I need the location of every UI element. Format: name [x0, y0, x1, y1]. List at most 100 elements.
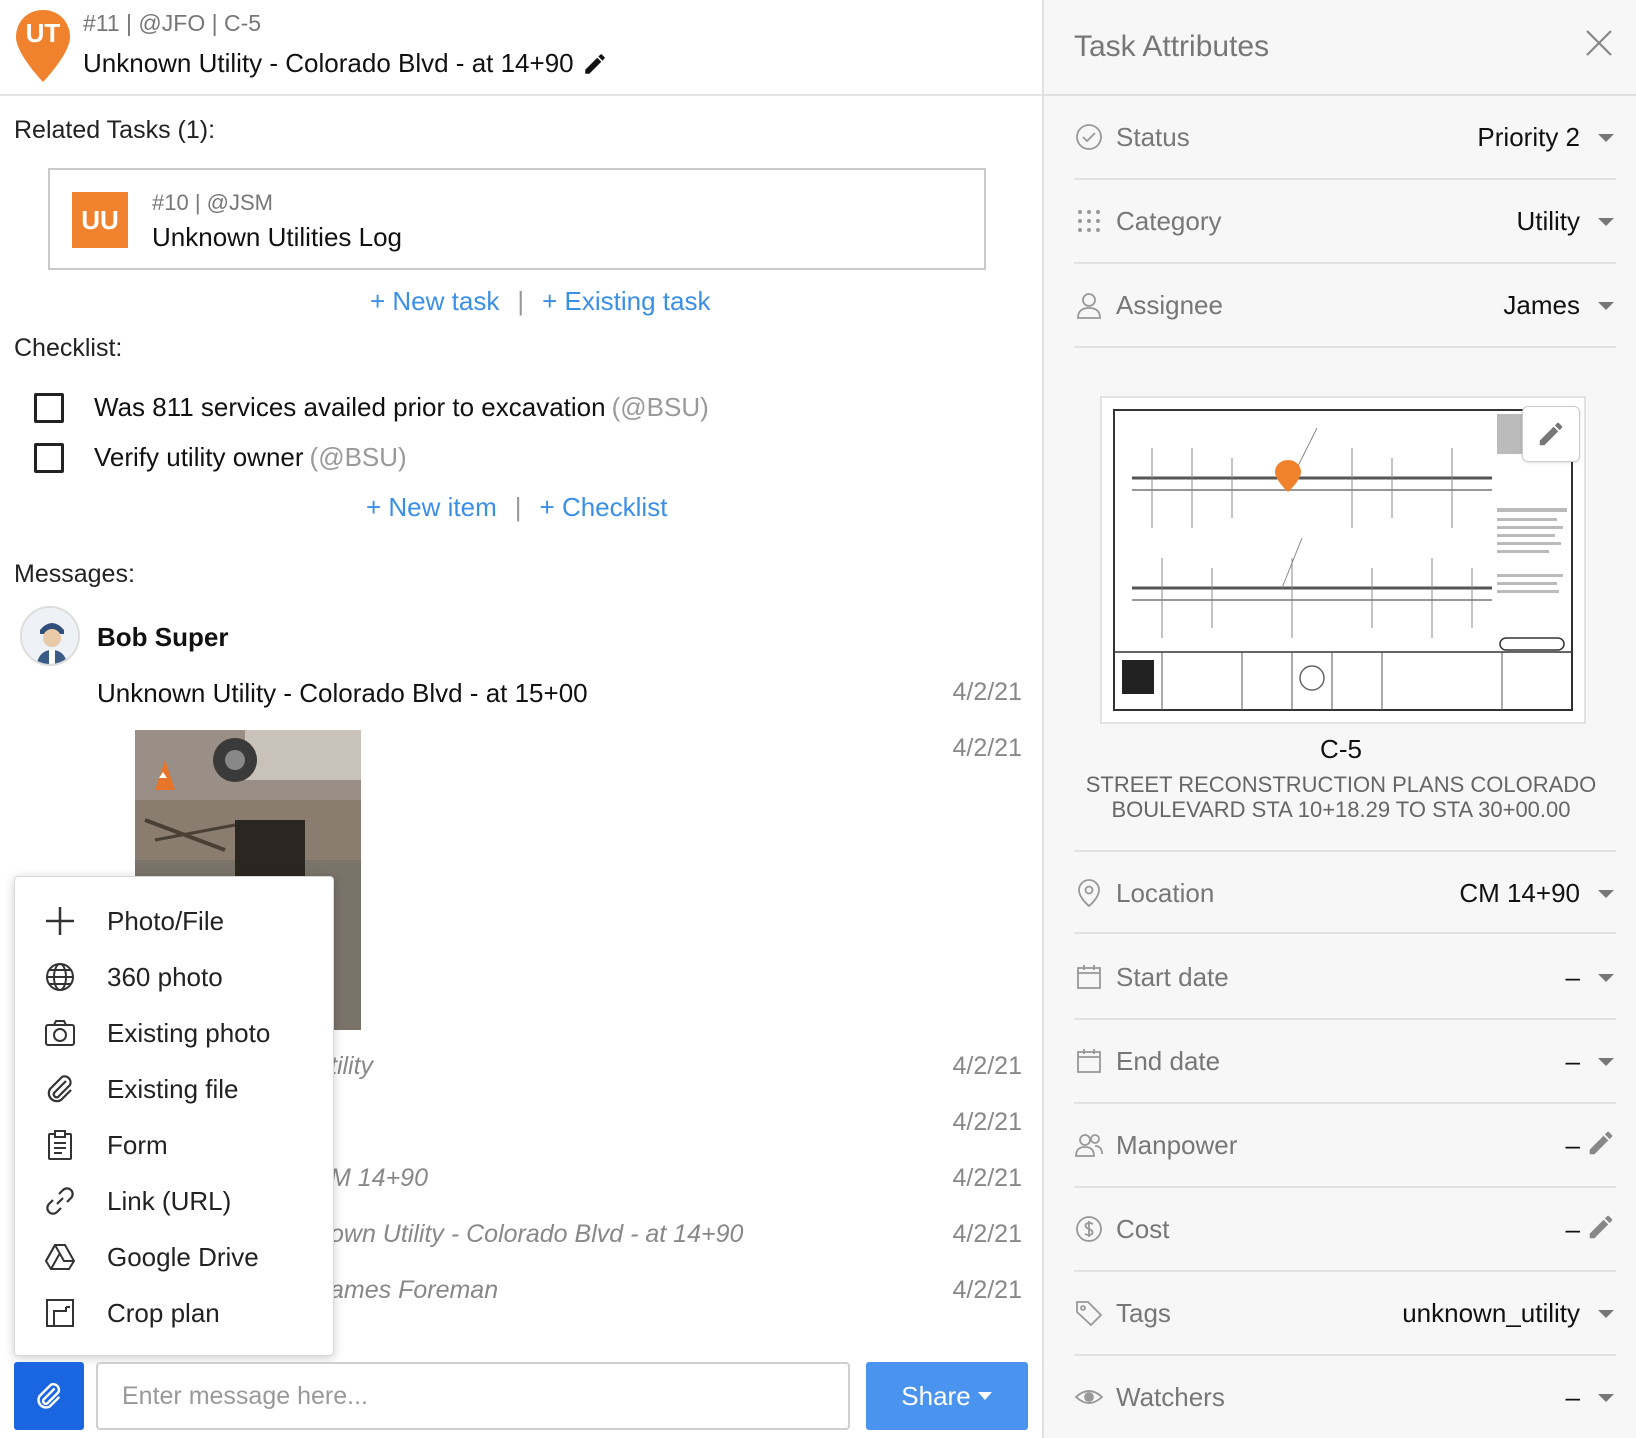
attr-tags[interactable]: Tags unknown_utility [1074, 1272, 1616, 1356]
attr-value: James [1503, 290, 1580, 320]
attr-value: – [1565, 1382, 1580, 1412]
attr-label: End date [1116, 1046, 1221, 1076]
message-date: 4/2/21 [952, 1164, 1022, 1192]
message-date: 4/2/21 [952, 1108, 1022, 1136]
menu-item-existing-file[interactable]: Existing file [15, 1061, 335, 1117]
dollar-circle-icon [1076, 1216, 1102, 1242]
plan-thumbnail[interactable] [1100, 396, 1586, 724]
task-meta: #11 | @JFO | C-5 [83, 10, 262, 36]
existing-task-link[interactable]: + Existing task [542, 286, 710, 317]
new-item-link[interactable]: + New item [366, 492, 497, 523]
attr-start-date[interactable]: Start date – [1074, 936, 1616, 1020]
attr-status[interactable]: Status Priority 2 [1074, 96, 1616, 180]
attr-label: Category [1116, 206, 1222, 236]
related-tasks-label: Related Tasks (1): [14, 116, 216, 144]
related-task-actions: + New task | + Existing task [370, 286, 710, 317]
attr-label: Manpower [1116, 1130, 1238, 1160]
new-task-link[interactable]: + New task [370, 286, 499, 317]
related-task-badge: UU [72, 192, 128, 248]
caret-down-icon [1598, 218, 1614, 226]
attr-cost[interactable]: Cost – [1074, 1188, 1616, 1272]
related-task-meta: #10 | @JSM [152, 190, 273, 215]
camera-icon [43, 1016, 77, 1050]
checklist-item-mention: (@BSU) [611, 392, 709, 422]
attr-watchers[interactable]: Watchers – [1074, 1356, 1616, 1438]
menu-item-label: Photo/File [107, 905, 225, 936]
menu-item-form[interactable]: Form [15, 1117, 335, 1173]
message-author: Bob Super [97, 622, 229, 652]
user-avatar-icon [22, 608, 78, 664]
message-date: 4/2/21 [952, 1220, 1022, 1248]
pencil-icon[interactable] [1586, 1128, 1616, 1158]
attr-value: Utility [1516, 206, 1580, 236]
caret-down-icon [1598, 1394, 1614, 1402]
task-attributes-panel: Task Attributes Status Priority 2 Catego… [1042, 0, 1636, 1438]
link-separator: | [517, 286, 525, 316]
message-text: Unknown Utility - Colorado Blvd - at 15+… [97, 678, 588, 708]
checklist-checkbox[interactable] [34, 392, 64, 423]
attr-end-date[interactable]: End date – [1074, 1020, 1616, 1104]
menu-item-link-url[interactable]: Link (URL) [15, 1173, 335, 1229]
caret-down-icon [1598, 1058, 1614, 1066]
attr-label: Location [1116, 878, 1215, 908]
share-button[interactable]: Share [866, 1362, 1028, 1430]
message-date: 4/2/21 [952, 1052, 1022, 1080]
attr-location[interactable]: Location CM 14+90 [1074, 850, 1616, 934]
pencil-icon[interactable] [1586, 1212, 1616, 1242]
checklist-item-text: Was 811 services availed prior to excava… [94, 392, 606, 422]
attr-label: Assignee [1116, 290, 1223, 320]
attr-value: – [1565, 1046, 1580, 1076]
tag-icon [1076, 1301, 1103, 1327]
task-title[interactable]: Unknown Utility - Colorado Blvd - at 14+… [83, 48, 608, 79]
checklist-item-text: Verify utility owner [94, 442, 304, 472]
menu-item-360-photo[interactable]: 360 photo [15, 949, 335, 1005]
close-icon[interactable] [1584, 28, 1614, 58]
attr-value: Priority 2 [1477, 122, 1580, 152]
plan-description: STREET RECONSTRUCTION PLANS COLORADO BOU… [1085, 772, 1597, 822]
caret-down-icon [1598, 890, 1614, 898]
related-task-title: Unknown Utilities Log [152, 222, 403, 252]
edit-plan-button[interactable] [1522, 406, 1580, 462]
checklist-checkbox[interactable] [34, 442, 64, 473]
caret-down-icon [977, 1392, 992, 1400]
menu-item-label: 360 photo [107, 961, 223, 992]
link-icon [43, 1184, 77, 1218]
calendar-icon [1077, 1049, 1101, 1073]
plan-code: C-5 [1320, 734, 1362, 764]
attr-category[interactable]: Category Utility [1074, 180, 1616, 264]
add-checklist-link[interactable]: + Checklist [540, 492, 668, 523]
attr-value: unknown_utility [1402, 1298, 1580, 1328]
caret-down-icon [1598, 302, 1614, 310]
messages-label: Messages: [14, 560, 135, 588]
attr-assignee[interactable]: Assignee James [1074, 264, 1616, 348]
plus-icon [43, 904, 77, 938]
attr-label: Tags [1116, 1298, 1171, 1328]
menu-item-crop-plan[interactable]: Crop plan [15, 1285, 335, 1341]
pencil-icon[interactable] [582, 51, 608, 77]
avatar [20, 606, 80, 666]
menu-item-label: Existing photo [107, 1017, 271, 1048]
task-badge: UT [25, 18, 61, 48]
related-task-card[interactable]: UU #10 | @JSM Unknown Utilities Log [48, 168, 986, 270]
attach-button[interactable] [14, 1362, 84, 1430]
message-text: tility [330, 1052, 374, 1080]
attr-manpower[interactable]: Manpower – [1074, 1104, 1616, 1188]
menu-item-label: Crop plan [107, 1297, 220, 1328]
menu-item-photo-file[interactable]: Photo/File [15, 893, 335, 949]
checklist-label: Checklist: [14, 334, 123, 362]
attr-value: – [1565, 1214, 1580, 1244]
pencil-icon [1539, 422, 1563, 446]
menu-item-existing-photo[interactable]: Existing photo [15, 1005, 335, 1061]
paperclip-icon [37, 1383, 61, 1409]
message-input[interactable] [96, 1362, 850, 1430]
message-text: M 14+90 [330, 1164, 428, 1192]
checklist-item: Was 811 services availed prior to excava… [34, 392, 709, 423]
plan-drawing-image [1113, 409, 1573, 711]
message-date: 4/2/21 [952, 678, 1022, 706]
message-date: 4/2/21 [952, 734, 1022, 762]
caret-down-icon [1598, 134, 1614, 142]
paperclip-icon [43, 1072, 77, 1106]
menu-item-google-drive[interactable]: Google Drive [15, 1229, 335, 1285]
attr-label: Cost [1116, 1214, 1170, 1244]
grid-dots-icon [1078, 210, 1100, 232]
